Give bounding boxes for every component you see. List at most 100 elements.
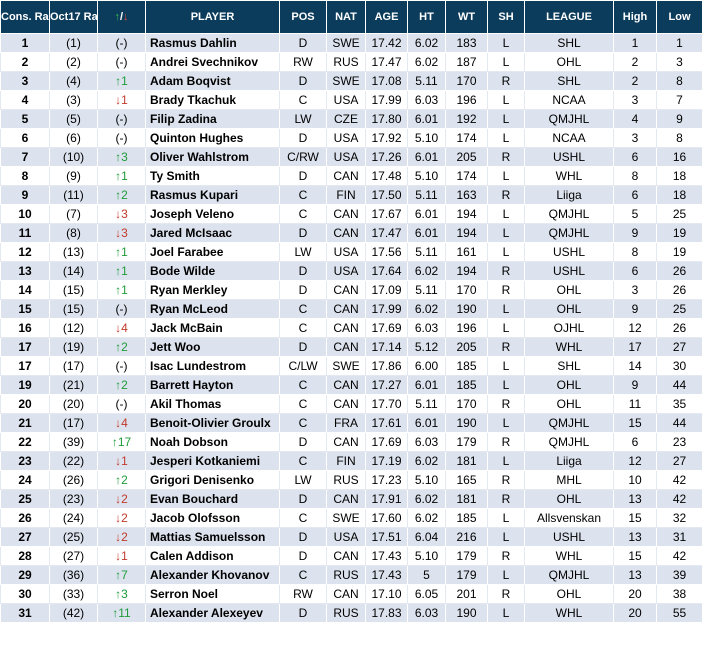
low-rank-cell: 1 bbox=[656, 33, 702, 53]
header-nat-label: NAT bbox=[335, 10, 357, 23]
nationality-cell: USA bbox=[326, 242, 366, 262]
rank-cell: 31 bbox=[0, 603, 50, 623]
table-row[interactable]: 9 (11) ↑2 Rasmus Kupari C FIN 17.50 5.11 163 R Lii… bbox=[0, 185, 702, 205]
table-row[interactable]: 8 (9) ↑1 Ty Smith D CAN 17.48 5.10 174 L WHL 8 18 bbox=[0, 166, 702, 186]
header-pos[interactable]: POS bbox=[279, 0, 327, 34]
change-cell: ↓2 bbox=[97, 489, 146, 509]
nationality-cell: CAN bbox=[326, 489, 366, 509]
table-row[interactable]: 6 (6) (-) Quinton Hughes D USA 17.92 5.10 174 L NC… bbox=[0, 128, 702, 148]
change-cell: ↓4 bbox=[97, 318, 146, 338]
weight-cell: 179 bbox=[445, 432, 488, 452]
change-cell: ↓2 bbox=[97, 527, 146, 547]
prospect-rankings-table: Cons. Rank Oct17 Rank ↑/↓ PLAYER POS NAT… bbox=[0, 0, 702, 623]
table-row[interactable]: 24 (26) ↑2 Grigori Denisenko LW RUS 17.23 5.10 1… bbox=[0, 470, 702, 490]
height-cell: 6.02 bbox=[407, 489, 446, 509]
height-cell: 6.01 bbox=[407, 204, 446, 224]
player-name-cell: Quinton Hughes bbox=[145, 128, 280, 148]
header-wt[interactable]: WT bbox=[445, 0, 488, 34]
change-cell: (-) bbox=[97, 109, 146, 129]
table-row[interactable]: 17 (19) ↑2 Jett Woo D CAN 17.14 5.12 205 R WHL 17 27 bbox=[0, 337, 702, 357]
table-row[interactable]: 2 (2) (-) Andrei Svechnikov RW RUS 17.47 6.02 18… bbox=[0, 52, 702, 72]
height-cell: 5.10 bbox=[407, 166, 446, 186]
rank-cell: 4 bbox=[0, 90, 50, 110]
table-row[interactable]: 21 (17) ↓4 Benoit-Olivier Groulx C FRA 17.61 6.… bbox=[0, 413, 702, 433]
table-row[interactable]: 12 (13) ↑1 Joel Farabee LW USA 17.56 5.11 161 L US… bbox=[0, 242, 702, 262]
table-row[interactable]: 17 (17) (-) Isac Lundestrom C/LW SWE 17.86 6.00… bbox=[0, 356, 702, 376]
low-rank-cell: 8 bbox=[656, 128, 702, 148]
low-rank-cell: 39 bbox=[656, 565, 702, 585]
rank-cell: 30 bbox=[0, 584, 50, 604]
table-row[interactable]: 16 (12) ↓4 Jack McBain C CAN 17.69 6.03 196 L OJHL… bbox=[0, 318, 702, 338]
header-player[interactable]: PLAYER bbox=[145, 0, 280, 34]
header-high[interactable]: High bbox=[613, 0, 657, 34]
table-row[interactable]: 26 (24) ↓2 Jacob Olofsson C SWE 17.60 6.02 185 L A… bbox=[0, 508, 702, 528]
height-cell: 6.02 bbox=[407, 451, 446, 471]
high-rank-cell: 17 bbox=[613, 337, 657, 357]
table-row[interactable]: 7 (10) ↑3 Oliver Wahlstrom C/RW USA 17.26 6.01 2… bbox=[0, 147, 702, 167]
table-row[interactable]: 25 (23) ↓2 Evan Bouchard D CAN 17.91 6.02 181 R OH… bbox=[0, 489, 702, 509]
header-age[interactable]: AGE bbox=[365, 0, 408, 34]
rank-cell: 12 bbox=[0, 242, 50, 262]
weight-cell: 190 bbox=[445, 603, 488, 623]
nationality-cell: CAN bbox=[326, 375, 366, 395]
header-sh-label: SH bbox=[498, 10, 514, 23]
low-rank-cell: 25 bbox=[656, 299, 702, 319]
shoots-cell: R bbox=[487, 147, 525, 167]
high-rank-cell: 6 bbox=[613, 261, 657, 281]
header-low[interactable]: Low bbox=[656, 0, 702, 34]
table-row[interactable]: 27 (25) ↓2 Mattias Samuelsson D USA 17.51 6.04 2… bbox=[0, 527, 702, 547]
table-row[interactable]: 3 (4) ↑1 Adam Boqvist D SWE 17.08 5.11 170 R SHL 2 8 bbox=[0, 71, 702, 91]
position-cell: D bbox=[279, 432, 327, 452]
position-cell: C/RW bbox=[279, 147, 327, 167]
table-row[interactable]: 20 (20) (-) Akil Thomas C CAN 17.70 5.11 170 R OHL… bbox=[0, 394, 702, 414]
header-ht[interactable]: HT bbox=[407, 0, 446, 34]
table-row[interactable]: 10 (7) ↓3 Joseph Veleno C CAN 17.67 6.01 194 L QMJ… bbox=[0, 204, 702, 224]
table-row[interactable]: 23 (22) ↓1 Jesperi Kotkaniemi C FIN 17.19 6.02 1… bbox=[0, 451, 702, 471]
header-league[interactable]: LEAGUE bbox=[524, 0, 614, 34]
table-row[interactable]: 13 (14) ↑1 Bode Wilde D USA 17.64 6.02 194 R USHL 6… bbox=[0, 261, 702, 281]
nationality-cell: CZE bbox=[326, 109, 366, 129]
header-nat[interactable]: NAT bbox=[326, 0, 366, 34]
position-cell: D bbox=[279, 223, 327, 243]
high-rank-cell: 9 bbox=[613, 299, 657, 319]
league-cell: OHL bbox=[524, 299, 614, 319]
weight-cell: 205 bbox=[445, 147, 488, 167]
table-row[interactable]: 1 (1) (-) Rasmus Dahlin D SWE 17.42 6.02 183 L SHL… bbox=[0, 33, 702, 53]
position-cell: RW bbox=[279, 584, 327, 604]
header-sh[interactable]: SH bbox=[487, 0, 525, 34]
table-row[interactable]: 30 (33) ↑3 Serron Noel RW CAN 17.10 6.05 201 R OHL… bbox=[0, 584, 702, 604]
nationality-cell: CAN bbox=[326, 432, 366, 452]
weight-cell: 185 bbox=[445, 508, 488, 528]
table-row[interactable]: 28 (27) ↓1 Calen Addison D CAN 17.43 5.10 179 R WH… bbox=[0, 546, 702, 566]
low-rank-cell: 42 bbox=[656, 546, 702, 566]
rank-cell: 26 bbox=[0, 508, 50, 528]
low-rank-cell: 18 bbox=[656, 166, 702, 186]
oct17-rank-cell: (23) bbox=[49, 489, 98, 509]
player-name-cell: Ty Smith bbox=[145, 166, 280, 186]
table-row[interactable]: 19 (21) ↑2 Barrett Hayton C CAN 17.27 6.01 185 L O… bbox=[0, 375, 702, 395]
league-cell: Liiga bbox=[524, 185, 614, 205]
header-oct17-rank[interactable]: Oct17 Rank bbox=[49, 0, 98, 34]
nationality-cell: CAN bbox=[326, 166, 366, 186]
age-cell: 17.92 bbox=[365, 128, 408, 148]
table-row[interactable]: 15 (15) (-) Ryan McLeod C CAN 17.99 6.02 190 L OHL… bbox=[0, 299, 702, 319]
table-row[interactable]: 11 (8) ↓3 Jared McIsaac D CAN 17.47 6.01 194 L QMJ… bbox=[0, 223, 702, 243]
position-cell: C bbox=[279, 90, 327, 110]
league-cell: SHL bbox=[524, 33, 614, 53]
table-row[interactable]: 14 (15) ↑1 Ryan Merkley D CAN 17.09 5.11 170 R OHL… bbox=[0, 280, 702, 300]
table-row[interactable]: 5 (5) (-) Filip Zadina LW CZE 17.80 6.01 192 L QMJ… bbox=[0, 109, 702, 129]
height-cell: 6.03 bbox=[407, 90, 446, 110]
oct17-rank-cell: (3) bbox=[49, 90, 98, 110]
table-row[interactable]: 4 (3) ↓1 Brady Tkachuk C USA 17.99 6.03 196 L NCAA… bbox=[0, 90, 702, 110]
header-change[interactable]: ↑/↓ bbox=[97, 0, 146, 34]
shoots-cell: R bbox=[487, 71, 525, 91]
table-row[interactable]: 22 (39) ↑17 Noah Dobson D CAN 17.69 6.03 179 R QMJ… bbox=[0, 432, 702, 452]
weight-cell: 185 bbox=[445, 356, 488, 376]
table-row[interactable]: 31 (42) ↑11 Alexander Alexeyev D RUS 17.83 6.03… bbox=[0, 603, 702, 623]
league-cell: QMJHL bbox=[524, 223, 614, 243]
shoots-cell: L bbox=[487, 109, 525, 129]
position-cell: LW bbox=[279, 242, 327, 262]
table-row[interactable]: 29 (36) ↑7 Alexander Khovanov C RUS 17.43 5 179 L… bbox=[0, 565, 702, 585]
age-cell: 17.48 bbox=[365, 166, 408, 186]
header-cons-rank[interactable]: Cons. Rank bbox=[0, 0, 50, 34]
